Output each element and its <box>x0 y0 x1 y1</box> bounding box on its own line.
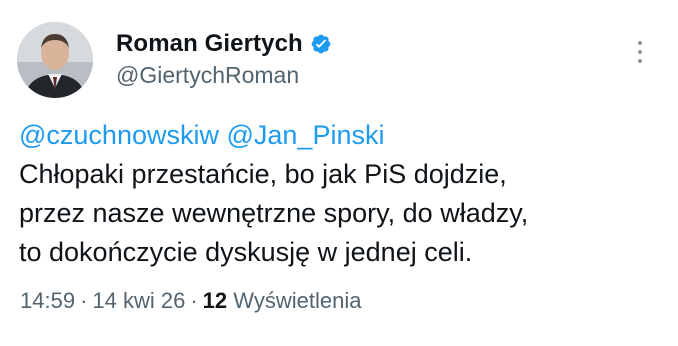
tweet-text-line: to dokończycie dyskusję w jednej celi. <box>19 237 473 267</box>
display-name-row: Roman Giertych <box>116 29 332 59</box>
mention-link[interactable]: @Jan_Pinski <box>226 120 384 150</box>
tweet-card: Roman Giertych @GiertychRoman @czuchnows… <box>0 0 678 346</box>
display-name[interactable]: Roman Giertych <box>116 30 303 58</box>
avatar[interactable] <box>17 22 93 98</box>
meta-separator: · <box>80 288 88 313</box>
views-count: 12 <box>202 288 228 313</box>
tweet-time[interactable]: 14:59 <box>20 288 75 313</box>
tweet-text-line: Chłopaki przestańcie, bo jak PiS dojdzie… <box>19 159 507 189</box>
tweet-meta: 14:59 · 14 kwi 26 · 12 Wyświetlenia <box>20 288 361 314</box>
views-label: Wyświetlenia <box>233 288 362 313</box>
tweet-header: Roman Giertych @GiertychRoman <box>17 22 658 98</box>
more-options-icon[interactable] <box>636 40 644 64</box>
verified-badge-icon <box>310 33 332 55</box>
tweet-date[interactable]: 14 kwi 26 <box>92 288 185 313</box>
author-handle[interactable]: @GiertychRoman <box>116 62 332 89</box>
avatar-image <box>17 22 93 98</box>
author-info: Roman Giertych @GiertychRoman <box>116 29 332 89</box>
tweet-text-line: przez nasze wewnętrzne spory, do władzy, <box>19 198 529 228</box>
mention-link[interactable]: @czuchnowskiw <box>19 120 219 150</box>
mentions-line: @czuchnowskiw @Jan_Pinski <box>19 116 659 155</box>
tweet-text: @czuchnowskiw @Jan_Pinski Chłopaki przes… <box>19 116 659 272</box>
meta-separator: · <box>190 288 198 313</box>
